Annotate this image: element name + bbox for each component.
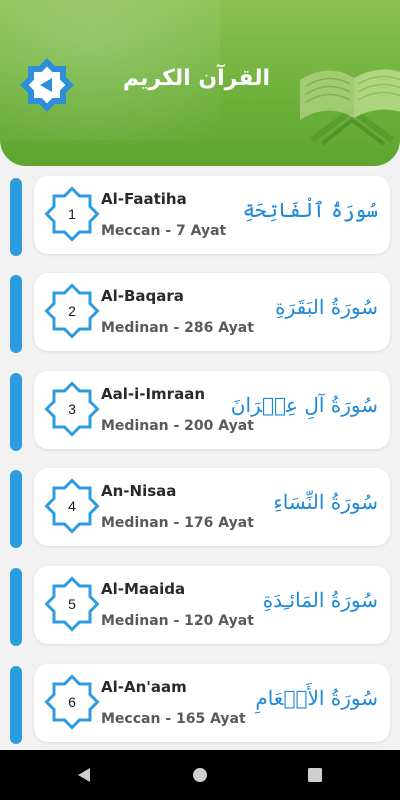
nav-home-button[interactable] xyxy=(189,765,211,785)
surah-details: Medinan - 286 Ayat xyxy=(101,320,254,336)
number-badge: 6 xyxy=(43,673,101,731)
home-circle-icon xyxy=(193,768,207,782)
system-navigation-bar xyxy=(0,750,400,800)
nav-back-button[interactable] xyxy=(74,765,96,785)
surah-details: Meccan - 165 Ayat xyxy=(101,711,246,727)
back-button[interactable] xyxy=(18,56,76,114)
list-item: 6 Al-An'aam Meccan - 165 Ayat سُورَةُ ال… xyxy=(0,664,400,744)
surah-arabic-name: سُورَةُ الأَنۡعَامِ xyxy=(255,686,378,710)
number-badge: 5 xyxy=(43,575,101,633)
list-item: 4 An-Nisaa Medinan - 176 Ayat سُورَةُ ال… xyxy=(0,468,400,548)
surah-card[interactable]: 3 Aal-i-Imraan Medinan - 200 Ayat سُورَة… xyxy=(34,371,390,449)
surah-name: Al-Baqara xyxy=(101,287,184,305)
surah-details: Medinan - 176 Ayat xyxy=(101,515,254,531)
number-badge: 3 xyxy=(43,380,101,438)
accent-bar xyxy=(10,373,22,451)
screen: القرآن الكريم 1 Al-Faatiha Meccan - 7 Ay… xyxy=(0,0,400,800)
surah-name: Aal-i-Imraan xyxy=(101,385,205,403)
page-title: القرآن الكريم xyxy=(122,66,270,91)
surah-number: 2 xyxy=(68,303,76,319)
list-item: 3 Aal-i-Imraan Medinan - 200 Ayat سُورَة… xyxy=(0,371,400,451)
surah-details: Medinan - 200 Ayat xyxy=(101,418,254,434)
surah-card[interactable]: 5 Al-Maaida Medinan - 120 Ayat سُورَةُ ا… xyxy=(34,566,390,644)
surah-details: Meccan - 7 Ayat xyxy=(101,223,227,239)
surah-arabic-name: سُورَةُ آلِ عِمۡرَانَ xyxy=(230,393,378,417)
list-item: 2 Al-Baqara Medinan - 286 Ayat سُورَةُ ا… xyxy=(0,273,400,353)
surah-card[interactable]: 2 Al-Baqara Medinan - 286 Ayat سُورَةُ ا… xyxy=(34,273,390,351)
number-badge: 4 xyxy=(43,477,101,535)
surah-card[interactable]: 1 Al-Faatiha Meccan - 7 Ayat سُورَةُ ٱلْ… xyxy=(34,176,390,254)
number-badge: 2 xyxy=(43,282,101,340)
list-item: 5 Al-Maaida Medinan - 120 Ayat سُورَةُ ا… xyxy=(0,566,400,646)
accent-bar xyxy=(10,666,22,744)
list-item: 1 Al-Faatiha Meccan - 7 Ayat سُورَةُ ٱلْ… xyxy=(0,176,400,256)
surah-arabic-name: سُورَةُ البَقَرَةِ xyxy=(275,295,378,319)
accent-bar xyxy=(10,275,22,353)
back-arrow-icon xyxy=(20,58,74,112)
accent-bar xyxy=(10,178,22,256)
surah-number: 4 xyxy=(68,498,76,514)
surah-number: 6 xyxy=(68,694,76,710)
surah-arabic-name: سُورَةُ النِّسَاءِ xyxy=(273,490,378,514)
surah-name: Al-Maaida xyxy=(101,580,186,598)
number-badge: 1 xyxy=(43,185,101,243)
header: القرآن الكريم xyxy=(0,0,400,166)
surah-number: 5 xyxy=(68,596,76,612)
accent-bar xyxy=(10,470,22,548)
surah-number: 1 xyxy=(68,206,76,222)
back-triangle-icon xyxy=(78,768,90,782)
nav-recents-button[interactable] xyxy=(304,765,326,785)
recents-square-icon xyxy=(308,768,322,782)
surah-card[interactable]: 4 An-Nisaa Medinan - 176 Ayat سُورَةُ ال… xyxy=(34,468,390,546)
surah-details: Medinan - 120 Ayat xyxy=(101,613,254,629)
surah-arabic-name: سُورَةُ ٱلْفَاتِحَةِ xyxy=(242,198,378,222)
surah-name: Al-An'aam xyxy=(101,678,187,696)
surah-number: 3 xyxy=(68,401,76,417)
accent-bar xyxy=(10,568,22,646)
surah-arabic-name: سُورَةُ المَائـِدَةِ xyxy=(262,588,378,612)
surah-card[interactable]: 6 Al-An'aam Meccan - 165 Ayat سُورَةُ ال… xyxy=(34,664,390,742)
surah-name: Al-Faatiha xyxy=(101,190,187,208)
quran-book-icon xyxy=(292,40,400,150)
surah-name: An-Nisaa xyxy=(101,482,177,500)
